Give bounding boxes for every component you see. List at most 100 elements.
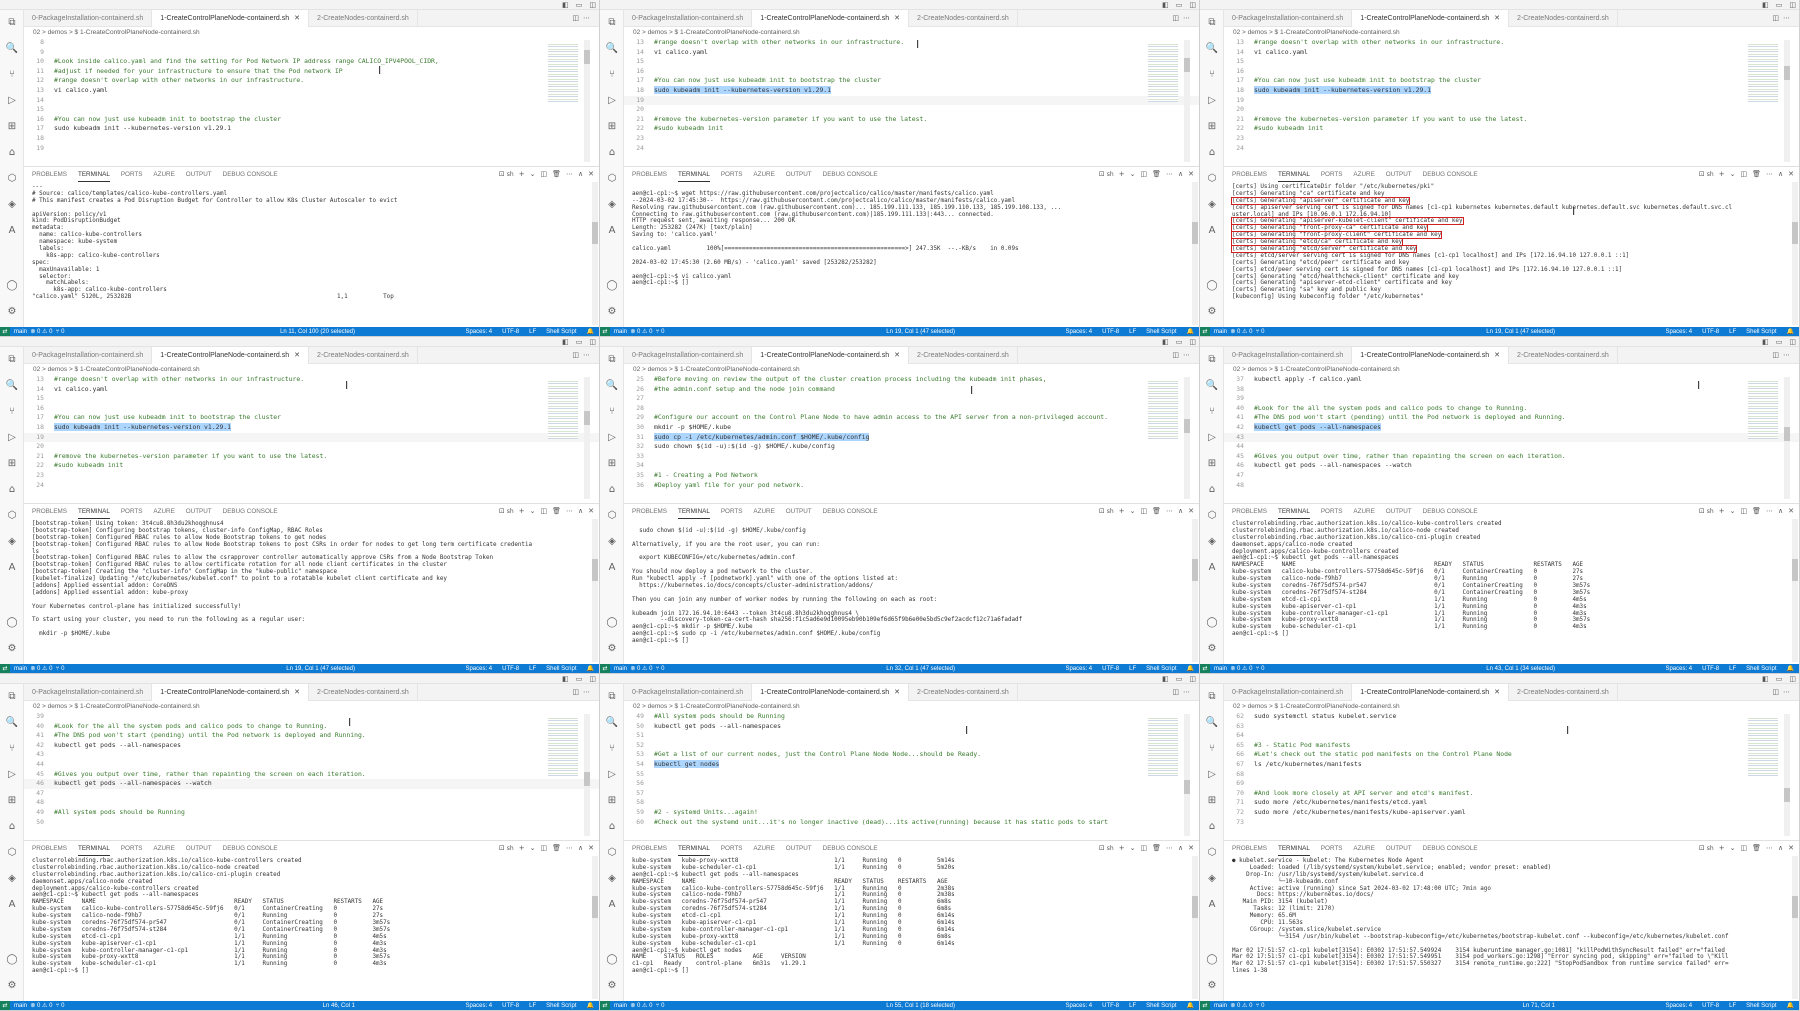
status-left[interactable]: main ⊗ 0 ⚠ 0 ⑂ 0: [1214, 1001, 1264, 1010]
editor-tab[interactable]: 1-CreateControlPlaneNode-containerd.sh ✕: [752, 684, 909, 701]
remote-indicator[interactable]: ⇄: [0, 327, 10, 336]
panel-tab[interactable]: OUTPUT: [1386, 505, 1412, 518]
terminal-scrollbar[interactable]: [1792, 856, 1798, 999]
activity-icon[interactable]: ⧉: [0, 347, 24, 373]
minimap[interactable]: [548, 379, 578, 439]
code-editor[interactable]: 13 #range doesn't overlap with other netw…: [624, 38, 1199, 166]
status-left[interactable]: main ⊗ 0 ⚠ 0 ⑂ 0: [614, 327, 664, 336]
editor-tab[interactable]: 2-CreateNodes-containerd.sh: [309, 10, 418, 27]
editor-tab[interactable]: 0-PackageInstallation-containerd.sh: [1224, 347, 1353, 364]
activity-icon[interactable]: ⬡: [1200, 503, 1224, 529]
minimap[interactable]: [548, 716, 578, 776]
cursor-position[interactable]: Ln 55, Col 1 (18 selected): [886, 1001, 955, 1010]
settings-gear-icon[interactable]: ⚙: [0, 299, 24, 325]
terminal-tool-icon[interactable]: ⊡: [1099, 504, 1105, 519]
panel-tab[interactable]: TERMINAL: [78, 168, 110, 182]
encoding[interactable]: UTF-8: [502, 327, 519, 336]
terminal-scrollbar[interactable]: [592, 519, 598, 662]
panel-tab[interactable]: PROBLEMS: [632, 505, 667, 518]
bell-icon[interactable]: 🔔: [587, 327, 594, 336]
terminal-tool-icon[interactable]: ⌄: [1130, 167, 1136, 182]
terminal-output[interactable]: aen@c1-cp1:~$ wget https://raw.githubuse…: [624, 182, 1199, 327]
panel-tab[interactable]: TERMINAL: [678, 842, 710, 856]
minimap[interactable]: [1148, 42, 1178, 102]
editor-scrollbar[interactable]: [1184, 377, 1190, 499]
language-mode[interactable]: Shell Script: [546, 327, 576, 336]
activity-icon[interactable]: ⧉: [1200, 10, 1224, 36]
panel-tab[interactable]: TERMINAL: [1278, 505, 1310, 519]
editor-tab[interactable]: 2-CreateNodes-containerd.sh: [909, 684, 1018, 701]
terminal-tool-icon[interactable]: ⊡: [1099, 841, 1105, 856]
panel-tab[interactable]: OUTPUT: [186, 168, 212, 181]
remote-indicator[interactable]: ⇄: [600, 664, 610, 673]
activity-icon[interactable]: ⌂: [0, 814, 24, 840]
activity-icon[interactable]: A: [0, 892, 24, 918]
language-mode[interactable]: Shell Script: [1746, 664, 1776, 673]
editor-tab[interactable]: 0-PackageInstallation-containerd.sh: [24, 10, 153, 27]
line-ending[interactable]: LF: [1729, 1001, 1736, 1010]
activity-icon[interactable]: A: [600, 892, 624, 918]
terminal-tool-icon[interactable]: ◫: [1140, 167, 1147, 182]
cursor-position[interactable]: Ln 11, Col 100 (20 selected): [280, 327, 355, 336]
terminal-tool-icon[interactable]: ⊡: [499, 167, 505, 182]
close-tab-icon[interactable]: ✕: [1494, 352, 1500, 359]
terminal-scrollbar[interactable]: [592, 182, 598, 325]
terminal-tool-icon[interactable]: 🗑: [1752, 167, 1761, 182]
terminal-tool-icon[interactable]: ⌄: [1730, 167, 1736, 182]
terminal-tool-icon[interactable]: 🗑: [1152, 841, 1161, 856]
split-editor-icon[interactable]: ◫⋯: [572, 347, 594, 364]
code-editor[interactable]: 13 #range doesn't overlap with other netw…: [24, 375, 599, 503]
code-editor[interactable]: 37 kubectl apply -f calico.yaml 38 39 40 #Loo…: [1224, 375, 1799, 503]
activity-icon[interactable]: ⑂: [0, 399, 24, 425]
activity-icon[interactable]: ⑂: [0, 736, 24, 762]
remote-indicator[interactable]: ⇄: [600, 327, 610, 336]
activity-icon[interactable]: A: [0, 218, 24, 244]
encoding[interactable]: UTF-8: [502, 664, 519, 673]
close-tab-icon[interactable]: ✕: [294, 352, 300, 359]
panel-tab[interactable]: DEBUG CONSOLE: [823, 505, 878, 518]
activity-icon[interactable]: ◈: [1200, 192, 1224, 218]
activity-icon[interactable]: ⬡: [600, 166, 624, 192]
activity-icon[interactable]: ◈: [600, 866, 624, 892]
activity-icon[interactable]: ⊞: [0, 451, 24, 477]
terminal-tool-icon[interactable]: ⋯: [1166, 167, 1173, 182]
panel-tab[interactable]: PORTS: [721, 842, 743, 855]
activity-icon[interactable]: ◈: [0, 866, 24, 892]
terminal-tool-icon[interactable]: sh: [1707, 841, 1714, 856]
line-ending[interactable]: LF: [1729, 664, 1736, 673]
layout-toggle-icon[interactable]: ▭: [1776, 337, 1783, 347]
remote-indicator[interactable]: ⇄: [1200, 1001, 1210, 1010]
activity-icon[interactable]: ▷: [600, 762, 624, 788]
layout-toggle-icon[interactable]: ▭: [576, 0, 583, 10]
editor-tab[interactable]: 0-PackageInstallation-containerd.sh: [1224, 10, 1353, 27]
minimap[interactable]: [1748, 379, 1778, 439]
split-editor-icon[interactable]: ◫⋯: [1772, 10, 1794, 27]
terminal-tool-icon[interactable]: 🗑: [552, 504, 561, 519]
terminal-tool-icon[interactable]: ⊡: [499, 841, 505, 856]
language-mode[interactable]: Shell Script: [1746, 1001, 1776, 1010]
editor-tab[interactable]: 0-PackageInstallation-containerd.sh: [624, 347, 753, 364]
account-icon[interactable]: ◯: [0, 610, 24, 636]
editor-tab[interactable]: 1-CreateControlPlaneNode-containerd.sh ✕: [752, 347, 909, 364]
remote-indicator[interactable]: ⇄: [600, 1001, 610, 1010]
terminal-scrollbar[interactable]: [1792, 519, 1798, 662]
activity-icon[interactable]: ⧉: [0, 10, 24, 36]
settings-gear-icon[interactable]: ⚙: [1200, 636, 1224, 662]
terminal-tool-icon[interactable]: ✕: [588, 504, 594, 519]
breadcrumb[interactable]: 02 > demos > $ 1-CreateControlPlaneNode-…: [24, 701, 599, 712]
editor-scrollbar[interactable]: [1784, 40, 1790, 162]
bell-icon[interactable]: 🔔: [587, 1001, 594, 1010]
terminal-tool-icon[interactable]: ✕: [1188, 167, 1194, 182]
terminal-scrollbar[interactable]: [1192, 856, 1198, 999]
panel-tab[interactable]: TERMINAL: [1278, 842, 1310, 856]
editor-tab[interactable]: 0-PackageInstallation-containerd.sh: [624, 684, 753, 701]
activity-icon[interactable]: ⬡: [600, 503, 624, 529]
panel-tab[interactable]: DEBUG CONSOLE: [1423, 842, 1478, 855]
minimap[interactable]: [1148, 379, 1178, 439]
activity-icon[interactable]: ⧉: [0, 684, 24, 710]
minimap[interactable]: [548, 42, 578, 102]
line-ending[interactable]: LF: [1129, 1001, 1136, 1010]
editor-tab[interactable]: 2-CreateNodes-containerd.sh: [909, 10, 1018, 27]
terminal-tool-icon[interactable]: ⋯: [1766, 841, 1773, 856]
code-editor[interactable]: 39 40 #Look for the all the system pods an…: [24, 712, 599, 840]
